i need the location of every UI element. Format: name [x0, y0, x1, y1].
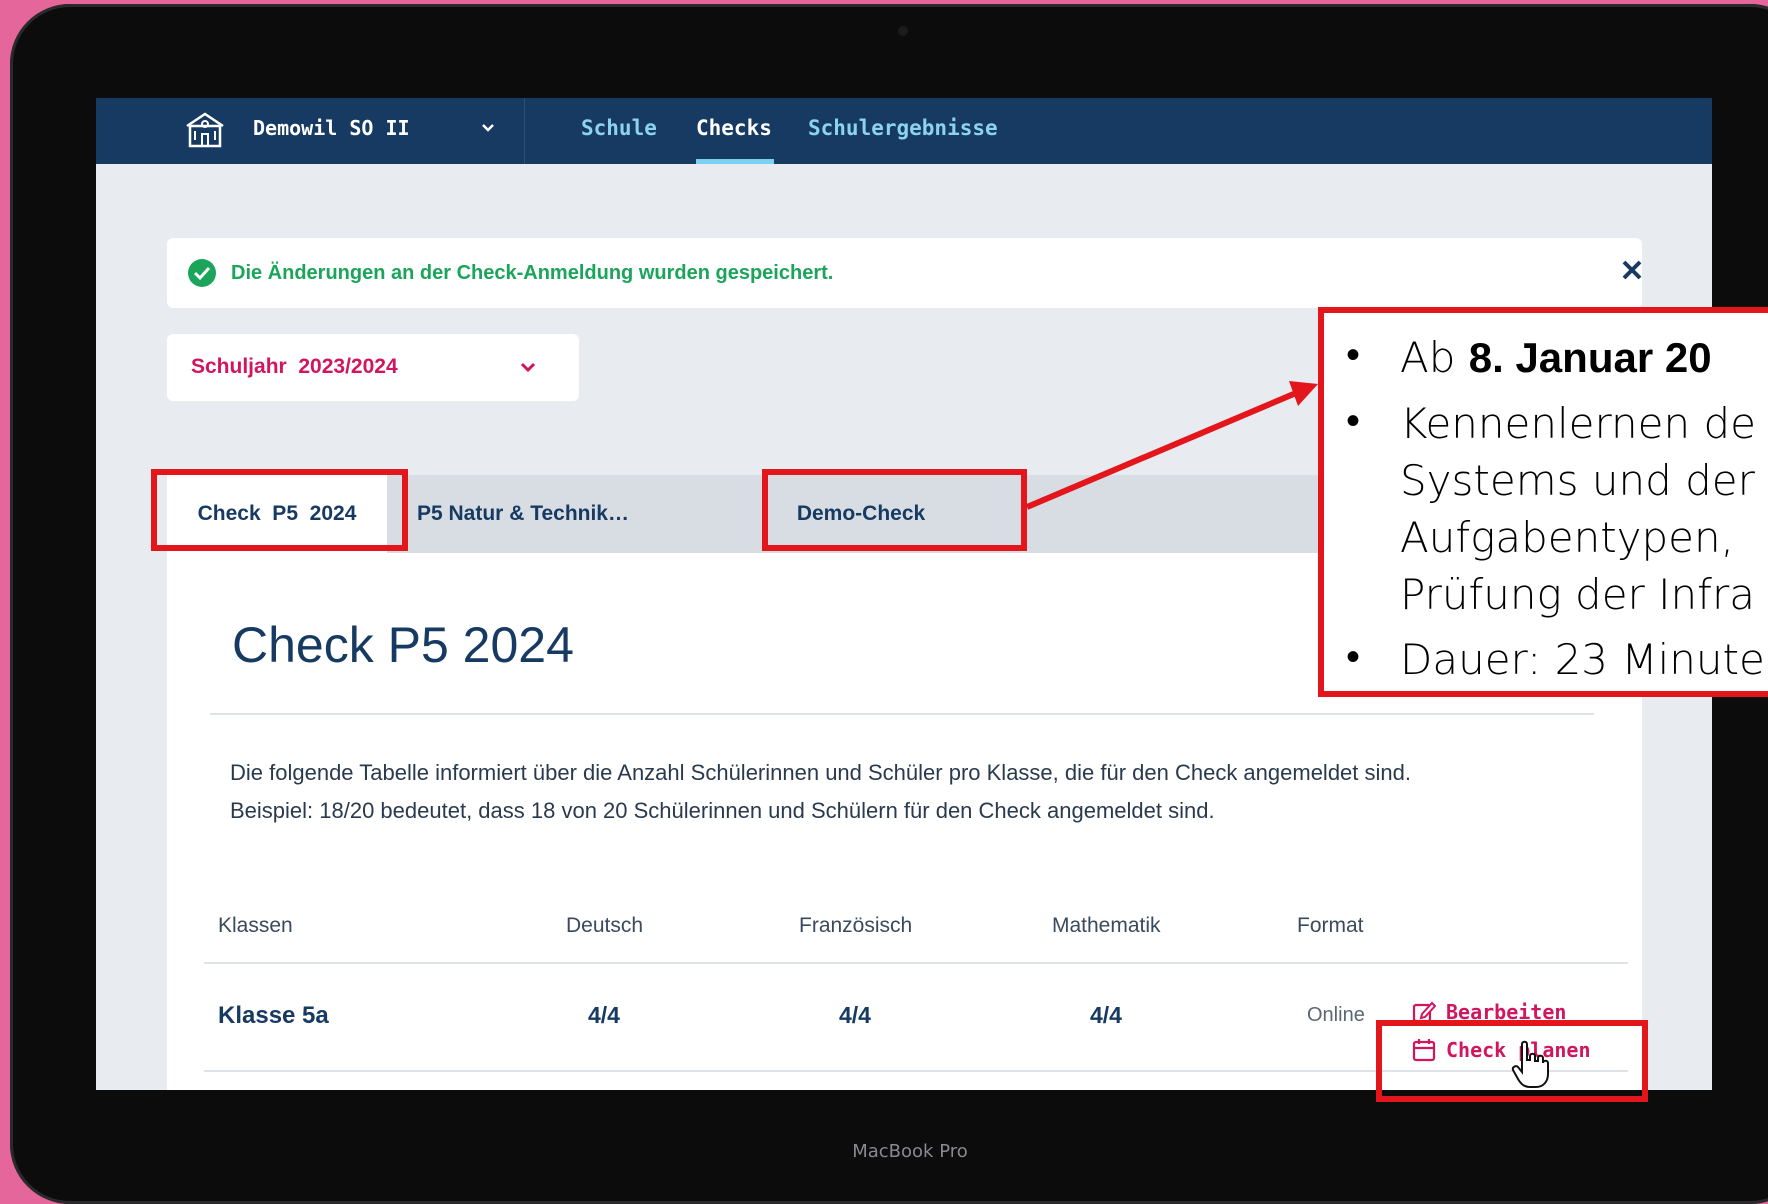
cell-franzoesisch: 4/4 [839, 1002, 871, 1028]
nav-active-indicator [696, 159, 774, 164]
bullet: • [1346, 635, 1361, 679]
description-line-2: Beispiel: 18/20 bedeutet, dass 18 von 20… [230, 798, 1215, 823]
top-navigation: Demowil SO II Schule Checks Schulergebni… [96, 98, 1712, 164]
tab-p5-natur-technik[interactable]: P5 Natur & Technik… [417, 475, 629, 553]
table-description: Die folgende Tabelle informiert über die… [230, 754, 1630, 830]
highlight-box-demo-tab [762, 469, 1027, 551]
info-callout: • Ab 8. Januar 20 • Kennenlernen de Syst… [1318, 307, 1768, 697]
success-alert: Die Änderungen an der Check-Anmeldung wu… [167, 238, 1642, 308]
column-header-mathematik: Mathematik [1052, 914, 1161, 937]
school-year-value: Schuljahr 2023/2024 [191, 355, 398, 378]
close-icon[interactable] [1615, 253, 1649, 287]
callout-text: Kennenlernen de [1400, 399, 1756, 448]
nav-schulergebnisse[interactable]: Schulergebnisse [808, 116, 998, 140]
callout-text: Dauer: 23 Minute [1400, 635, 1765, 684]
nav-checks[interactable]: Checks [696, 116, 772, 140]
cell-format: Online [1307, 1004, 1365, 1026]
cell-klasse: Klasse 5a [218, 1002, 329, 1029]
divider [210, 713, 1594, 715]
highlight-box-check-tab [151, 469, 408, 551]
chevron-down-icon[interactable] [478, 118, 498, 138]
device-brand-label: MacBook Pro [852, 1141, 968, 1162]
school-building-icon [186, 112, 224, 148]
tab-label: P5 Natur & Technik… [417, 502, 629, 525]
description-line-1: Die folgende Tabelle informiert über die… [230, 760, 1411, 785]
callout-text: Systems und der [1400, 456, 1755, 505]
chevron-down-icon [520, 362, 536, 373]
column-header-franzoesisch: Französisch [799, 914, 913, 937]
column-header-klassen: Klassen [218, 914, 293, 937]
bullet: • [1346, 399, 1361, 443]
callout-text: Prüfung der Infra [1400, 570, 1755, 619]
nav-schule[interactable]: Schule [581, 116, 657, 140]
callout-date: 8. Januar 20 [1468, 334, 1712, 381]
callout-prefix: Ab [1400, 333, 1469, 382]
column-header-format: Format [1297, 914, 1364, 937]
cell-mathematik: 4/4 [1090, 1002, 1122, 1028]
camera-dot [898, 26, 908, 36]
column-header-deutsch: Deutsch [566, 914, 644, 937]
nav-divider [524, 98, 525, 164]
callout-text: Aufgabentypen, [1400, 513, 1734, 562]
school-year-select[interactable]: Schuljahr 2023/2024 [167, 334, 579, 401]
highlight-box-plan-button [1376, 1020, 1648, 1102]
school-name[interactable]: Demowil SO II [253, 116, 410, 140]
table-header-divider [204, 962, 1628, 964]
page-title: Check P5 2024 [232, 617, 574, 673]
check-circle-icon [188, 259, 216, 287]
cell-deutsch: 4/4 [588, 1002, 620, 1028]
callout-line-1: • Ab 8. Januar 20 [1324, 333, 1768, 393]
bullet: • [1346, 333, 1361, 377]
alert-message: Die Änderungen an der Check-Anmeldung wu… [231, 262, 834, 284]
